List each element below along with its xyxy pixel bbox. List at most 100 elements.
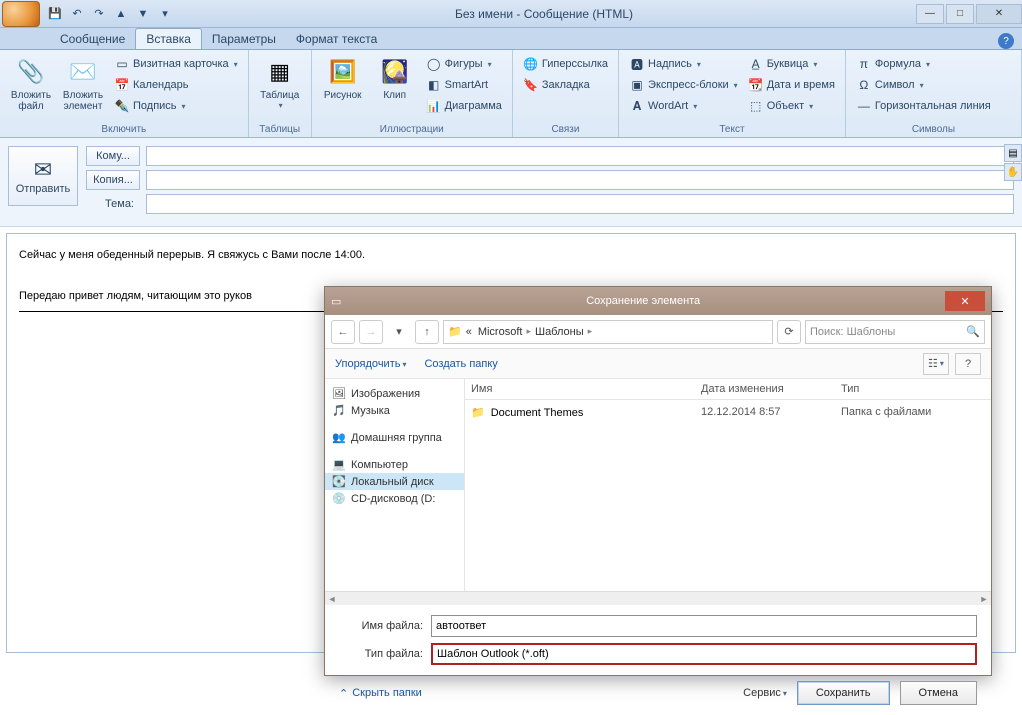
qat-next-icon[interactable]: ▼ bbox=[134, 5, 152, 23]
dialog-title: Сохранение элемента bbox=[341, 295, 945, 307]
table-button[interactable]: ▦ Таблица bbox=[255, 54, 305, 123]
save-dialog: ▭ Сохранение элемента ✕ ← → ▾ ↑ 📁 « Micr… bbox=[324, 286, 992, 676]
file-row[interactable]: 📁Document Themes 12.12.2014 8:57 Папка с… bbox=[465, 400, 991, 425]
nav-forward-button[interactable]: → bbox=[359, 320, 383, 344]
close-button[interactable]: ✕ bbox=[976, 4, 1022, 24]
business-card-button[interactable]: ▭Визитная карточка bbox=[110, 54, 242, 74]
bookmark-icon: 🔖 bbox=[523, 77, 539, 93]
qat-save-icon[interactable]: 💾 bbox=[46, 5, 64, 23]
bookmark-button[interactable]: 🔖Закладка bbox=[519, 75, 612, 95]
nav-back-button[interactable]: ← bbox=[331, 320, 355, 344]
group-links: 🌐Гиперссылка 🔖Закладка Связи bbox=[513, 50, 619, 137]
tab-options[interactable]: Параметры bbox=[202, 29, 286, 49]
minimize-button[interactable]: — bbox=[916, 4, 944, 24]
tree-music[interactable]: 🎵Музыка bbox=[325, 402, 464, 419]
cancel-button[interactable]: Отмена bbox=[900, 681, 977, 705]
tree-homegroup[interactable]: 👥Домашняя группа bbox=[325, 429, 464, 446]
breadcrumb[interactable]: 📁 « Microsoft ▸ Шаблоны ▸ bbox=[443, 320, 773, 344]
wordart-button[interactable]: 𝐀WordArt bbox=[625, 96, 742, 116]
filetype-select[interactable] bbox=[431, 643, 977, 665]
tools-button[interactable]: Сервис bbox=[743, 687, 787, 699]
calendar-button[interactable]: 📅Календарь bbox=[110, 75, 242, 95]
tab-format[interactable]: Формат текста bbox=[286, 29, 387, 49]
nav-parent-button[interactable]: ↑ bbox=[415, 320, 439, 344]
breadcrumb-microsoft[interactable]: Microsoft bbox=[476, 326, 525, 338]
office-button[interactable] bbox=[2, 1, 40, 27]
dropcap-button[interactable]: A̲Буквица bbox=[744, 54, 839, 74]
music-icon: 🎵 bbox=[331, 404, 347, 417]
attach-file-button[interactable]: 📎 Вложить файл bbox=[6, 54, 56, 123]
folder-tree[interactable]: 🖼Изображения 🎵Музыка 👥Домашняя группа 💻К… bbox=[325, 379, 465, 591]
smartart-button[interactable]: ◧SmartArt bbox=[422, 75, 506, 95]
symbol-button[interactable]: ΩСимвол bbox=[852, 75, 995, 95]
organize-button[interactable]: Упорядочить bbox=[335, 358, 406, 370]
tree-localdisk[interactable]: 💽Локальный диск bbox=[325, 473, 464, 490]
qat-undo-icon[interactable]: ↶ bbox=[68, 5, 86, 23]
col-type[interactable]: Тип bbox=[841, 383, 985, 395]
qat-customize-icon[interactable]: ▾ bbox=[156, 5, 174, 23]
blocks-icon: ▣ bbox=[629, 77, 645, 93]
paperclip-icon: 📎 bbox=[15, 56, 47, 88]
clipart-button[interactable]: 🎑 Клип bbox=[370, 54, 420, 123]
globe-icon: 🌐 bbox=[523, 56, 539, 72]
chart-icon: 📊 bbox=[426, 98, 442, 114]
nav-up-button[interactable]: ▾ bbox=[387, 320, 411, 344]
col-date[interactable]: Дата изменения bbox=[701, 383, 841, 395]
omega-icon: Ω bbox=[856, 77, 872, 93]
pi-icon: π bbox=[856, 56, 872, 72]
save-button[interactable]: Сохранить bbox=[797, 681, 890, 705]
signature-button[interactable]: ✒️Подпись bbox=[110, 96, 242, 116]
refresh-button[interactable]: ⟳ bbox=[777, 320, 801, 344]
to-button[interactable]: Кому... bbox=[86, 146, 140, 166]
search-input[interactable]: Поиск: Шаблоны 🔍 bbox=[805, 320, 985, 344]
file-list[interactable]: Имя Дата изменения Тип 📁Document Themes … bbox=[465, 379, 991, 591]
cc-button[interactable]: Копия... bbox=[86, 170, 140, 190]
col-name[interactable]: Имя bbox=[471, 383, 701, 395]
dialog-close-button[interactable]: ✕ bbox=[945, 291, 985, 311]
palette-item-1[interactable]: ▤ bbox=[1004, 144, 1022, 162]
subject-input[interactable] bbox=[146, 194, 1014, 214]
group-include: 📎 Вложить файл ✉️ Вложить элемент ▭Визит… bbox=[0, 50, 249, 137]
textbox-icon: 🅰 bbox=[629, 56, 645, 72]
group-tables: ▦ Таблица Таблицы bbox=[249, 50, 312, 137]
quickparts-button[interactable]: ▣Экспресс-блоки bbox=[625, 75, 742, 95]
attach-item-button[interactable]: ✉️ Вложить элемент bbox=[58, 54, 108, 123]
palette-item-2[interactable]: ✋ bbox=[1004, 163, 1022, 181]
qat-redo-icon[interactable]: ↷ bbox=[90, 5, 108, 23]
breadcrumb-templates[interactable]: Шаблоны bbox=[533, 326, 586, 338]
shapes-button[interactable]: ◯Фигуры bbox=[422, 54, 506, 74]
chevron-up-icon: ⌃ bbox=[339, 687, 348, 700]
help-icon[interactable]: ? bbox=[998, 33, 1014, 49]
shapes-icon: ◯ bbox=[426, 56, 442, 72]
body-line-1: Сейчас у меня обеденный перерыв. Я свяжу… bbox=[19, 246, 1003, 266]
tree-images[interactable]: 🖼Изображения bbox=[325, 385, 464, 402]
filename-label: Имя файла: bbox=[339, 620, 431, 632]
wordart-icon: 𝐀 bbox=[629, 98, 645, 114]
hide-folders-link[interactable]: ⌃Скрыть папки bbox=[339, 687, 422, 700]
send-button[interactable]: ✉ Отправить bbox=[8, 146, 78, 206]
tab-message[interactable]: Сообщение bbox=[50, 29, 135, 49]
tab-insert[interactable]: Вставка bbox=[135, 28, 202, 49]
tree-computer[interactable]: 💻Компьютер bbox=[325, 456, 464, 473]
equation-button[interactable]: πФормула bbox=[852, 54, 995, 74]
view-mode-button[interactable]: ☷ bbox=[923, 353, 949, 375]
calendar-icon: 📅 bbox=[114, 77, 130, 93]
textbox-button[interactable]: 🅰Надпись bbox=[625, 54, 742, 74]
picture-icon: 🖼️ bbox=[327, 56, 359, 88]
new-folder-button[interactable]: Создать папку bbox=[424, 358, 497, 370]
cc-input[interactable] bbox=[146, 170, 1014, 190]
object-button[interactable]: ⬚Объект bbox=[744, 96, 839, 116]
chart-button[interactable]: 📊Диаграмма bbox=[422, 96, 506, 116]
card-icon: ▭ bbox=[114, 56, 130, 72]
maximize-button[interactable]: □ bbox=[946, 4, 974, 24]
hr-button[interactable]: —Горизонтальная линия bbox=[852, 96, 995, 116]
datetime-button[interactable]: 📆Дата и время bbox=[744, 75, 839, 95]
help-button[interactable]: ? bbox=[955, 353, 981, 375]
hyperlink-button[interactable]: 🌐Гиперссылка bbox=[519, 54, 612, 74]
to-input[interactable] bbox=[146, 146, 1014, 166]
file-list-scrollbar[interactable]: ◄► bbox=[325, 591, 991, 605]
qat-prev-icon[interactable]: ▲ bbox=[112, 5, 130, 23]
picture-button[interactable]: 🖼️ Рисунок bbox=[318, 54, 368, 123]
tree-cddrive[interactable]: 💿CD-дисковод (D: bbox=[325, 490, 464, 507]
filename-input[interactable] bbox=[431, 615, 977, 637]
